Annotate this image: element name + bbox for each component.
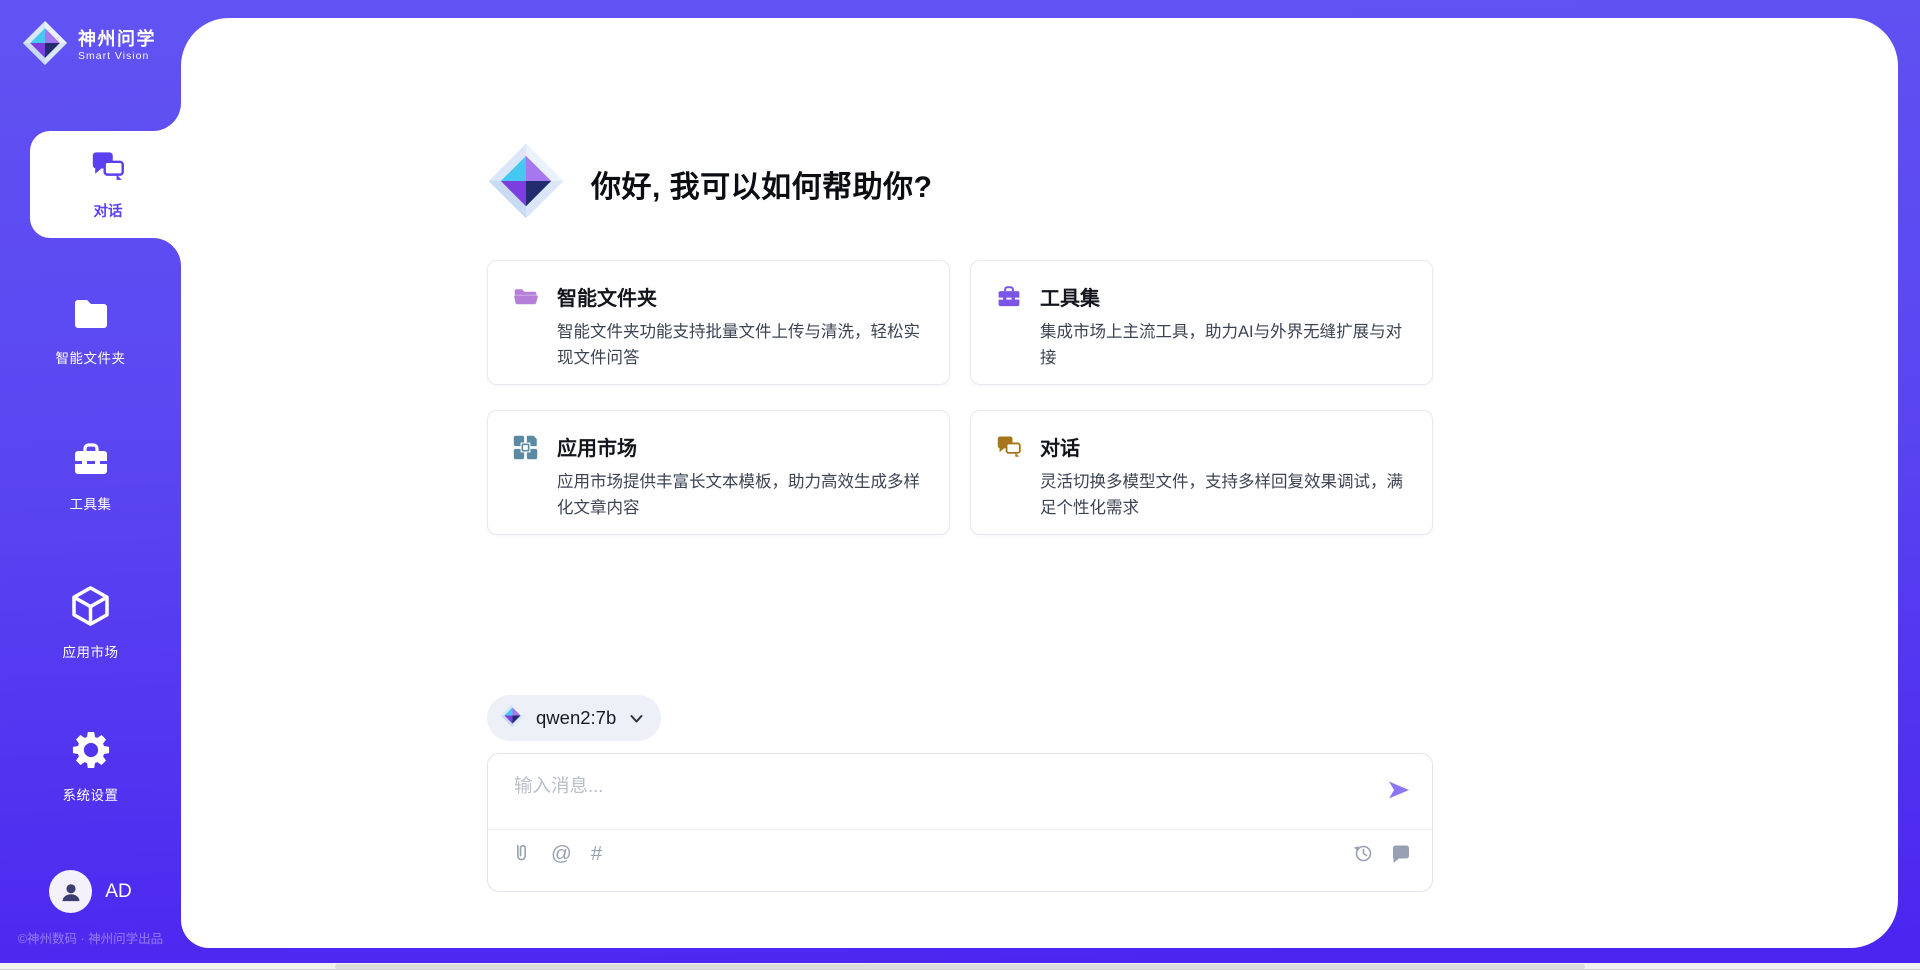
tab-fillet-bottom [153, 238, 181, 266]
feature-card-app-market[interactable]: 应用市场 应用市场提供丰富长文本模板，助力高效生成多样化文章内容 [487, 410, 950, 535]
composer-divider [488, 829, 1432, 830]
user-profile[interactable]: AD [0, 870, 181, 913]
composer-tools-left: @ # [511, 842, 602, 865]
diamond-logo-icon [500, 703, 525, 733]
greeting-text: 你好, 我可以如何帮助你? [591, 162, 933, 206]
toolbox-icon [70, 467, 112, 484]
sidebar-item-label: 系统设置 [0, 784, 181, 804]
model-name: qwen2:7b [536, 707, 616, 729]
feedback-chat-icon[interactable] [1390, 842, 1412, 864]
sidebar-item-label: 对话 [94, 200, 123, 221]
sidebar-item-chat[interactable]: 对话 [30, 131, 186, 238]
scrollbar-thumb[interactable] [335, 964, 1585, 969]
cube-icon [68, 615, 113, 632]
brand-text: 神州问学 Smart Vision [78, 29, 156, 62]
chat-icon [89, 149, 127, 192]
main-content: 你好, 我可以如何帮助你? 智能文件夹 智能文件夹功能支持批量文件上传与清洗，轻… [487, 0, 1433, 970]
paperclip-icon[interactable] [511, 842, 532, 865]
mention-icon[interactable]: @ [551, 843, 572, 865]
greeting: 你好, 我可以如何帮助你? [487, 142, 933, 225]
brand: 神州问学 Smart Vision [22, 20, 156, 71]
feature-card-title: 对话 [1040, 432, 1412, 461]
toolbox-icon [995, 282, 1023, 384]
feature-card-body: 应用市场 应用市场提供丰富长文本模板，助力高效生成多样化文章内容 [557, 432, 929, 534]
history-icon[interactable] [1352, 842, 1374, 864]
composer-tools-right [1352, 842, 1412, 864]
feature-card-description: 应用市场提供丰富长文本模板，助力高效生成多样化文章内容 [557, 470, 929, 521]
avatar [49, 870, 92, 913]
grid-icon [512, 432, 540, 534]
feature-card-title: 工具集 [1040, 282, 1412, 311]
feature-card-title: 智能文件夹 [557, 282, 929, 311]
feature-card-body: 工具集 集成市场上主流工具，助力AI与外界无缝扩展与对接 [1040, 282, 1412, 384]
tab-fillet-top [153, 103, 181, 131]
sidebar-item-settings[interactable]: 系统设置 [0, 729, 181, 804]
brand-name: 神州问学 [78, 29, 156, 50]
user-name: AD [105, 881, 131, 903]
feature-card-description: 智能文件夹功能支持批量文件上传与清洗，轻松实现文件问答 [557, 320, 929, 371]
message-composer: @ # [487, 753, 1433, 892]
brand-diamond-logo-icon [22, 20, 68, 71]
sidebar-item-smart-folder[interactable]: 智能文件夹 [0, 294, 181, 367]
feature-card-body: 对话 灵活切换多模型文件，支持多样回复效果调试，满足个性化需求 [1040, 432, 1412, 534]
feature-card-description: 灵活切换多模型文件，支持多样回复效果调试，满足个性化需求 [1040, 470, 1412, 521]
send-icon[interactable] [1386, 777, 1412, 803]
feature-card-smart-folder[interactable]: 智能文件夹 智能文件夹功能支持批量文件上传与清洗，轻松实现文件问答 [487, 260, 950, 385]
brand-subtitle: Smart Vision [78, 50, 156, 62]
chevron-down-icon [629, 712, 644, 725]
diamond-logo-icon [487, 142, 565, 225]
sidebar-item-label: 应用市场 [0, 641, 181, 661]
hashtag-icon[interactable]: # [591, 843, 602, 865]
horizontal-scrollbar[interactable] [0, 963, 1920, 970]
app-root: 对话 神州问学 Smart Vision [0, 0, 1920, 970]
folder-open-icon [512, 282, 540, 384]
feature-card-description: 集成市场上主流工具，助力AI与外界无缝扩展与对接 [1040, 320, 1412, 371]
feature-card-toolbox[interactable]: 工具集 集成市场上主流工具，助力AI与外界无缝扩展与对接 [970, 260, 1433, 385]
feature-card-title: 应用市场 [557, 432, 929, 461]
feature-card-body: 智能文件夹 智能文件夹功能支持批量文件上传与清洗，轻松实现文件问答 [557, 282, 929, 384]
message-input[interactable] [512, 770, 1336, 824]
gear-icon [70, 758, 112, 775]
sidebar-item-toolbox[interactable]: 工具集 [0, 440, 181, 513]
sidebar-item-label: 智能文件夹 [0, 347, 181, 367]
folder-icon [70, 321, 112, 338]
sidebar-item-label: 工具集 [0, 493, 181, 513]
feature-card-chat[interactable]: 对话 灵活切换多模型文件，支持多样回复效果调试，满足个性化需求 [970, 410, 1433, 535]
chat-icon [995, 432, 1023, 534]
model-selector[interactable]: qwen2:7b [487, 695, 661, 741]
copyright-text: ©神州数码 · 神州问学出品 [0, 928, 187, 947]
feature-cards: 智能文件夹 智能文件夹功能支持批量文件上传与清洗，轻松实现文件问答 工具集 [487, 260, 1433, 535]
sidebar-item-app-market[interactable]: 应用市场 [0, 584, 181, 661]
